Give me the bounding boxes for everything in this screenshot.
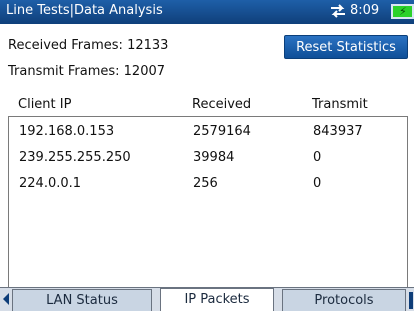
scroll-right-arrow-icon[interactable]	[409, 292, 413, 309]
table-row[interactable]: 192.168.0.153 2579164 843937	[9, 120, 407, 146]
column-header-received: Received	[192, 97, 252, 112]
tab-lan-status[interactable]: LAN Status	[12, 289, 152, 311]
cell-transmit: 0	[313, 176, 322, 191]
table-row[interactable]: 239.255.255.250 39984 0	[9, 146, 407, 172]
reset-statistics-button[interactable]: Reset Statistics	[284, 35, 408, 59]
column-header-client-ip: Client IP	[18, 97, 72, 112]
table-row[interactable]: 224.0.0.1 256 0	[9, 172, 407, 198]
column-header-transmit: Transmit	[312, 97, 368, 112]
cell-received: 2579164	[193, 124, 251, 139]
client-ip-table[interactable]: 192.168.0.153 2579164 843937 239.255.255…	[8, 116, 408, 288]
sync-arrows-icon	[331, 4, 345, 18]
cell-client-ip: 239.255.255.250	[19, 150, 131, 165]
cell-received: 39984	[193, 150, 235, 165]
cell-transmit: 843937	[313, 124, 363, 139]
clock: 8:09	[350, 3, 380, 18]
cell-received: 256	[193, 176, 218, 191]
transmit-frames-label: Transmit Frames: 12007	[8, 64, 166, 79]
cell-client-ip: 192.168.0.153	[19, 124, 115, 139]
tab-protocols[interactable]: Protocols	[282, 289, 406, 311]
tab-ip-packets[interactable]: IP Packets	[160, 288, 274, 311]
battery-charging-icon: ⚡	[391, 4, 414, 19]
cell-transmit: 0	[313, 150, 322, 165]
title-bar: Line Tests|Data Analysis 8:09 ⚡	[0, 0, 414, 24]
scroll-left-arrow-icon[interactable]	[3, 293, 9, 305]
window-title: Line Tests|Data Analysis	[6, 3, 163, 18]
received-frames-label: Received Frames: 12133	[8, 38, 169, 53]
tab-bar: LAN Status IP Packets Protocols	[0, 287, 414, 311]
cell-client-ip: 224.0.0.1	[19, 176, 82, 191]
